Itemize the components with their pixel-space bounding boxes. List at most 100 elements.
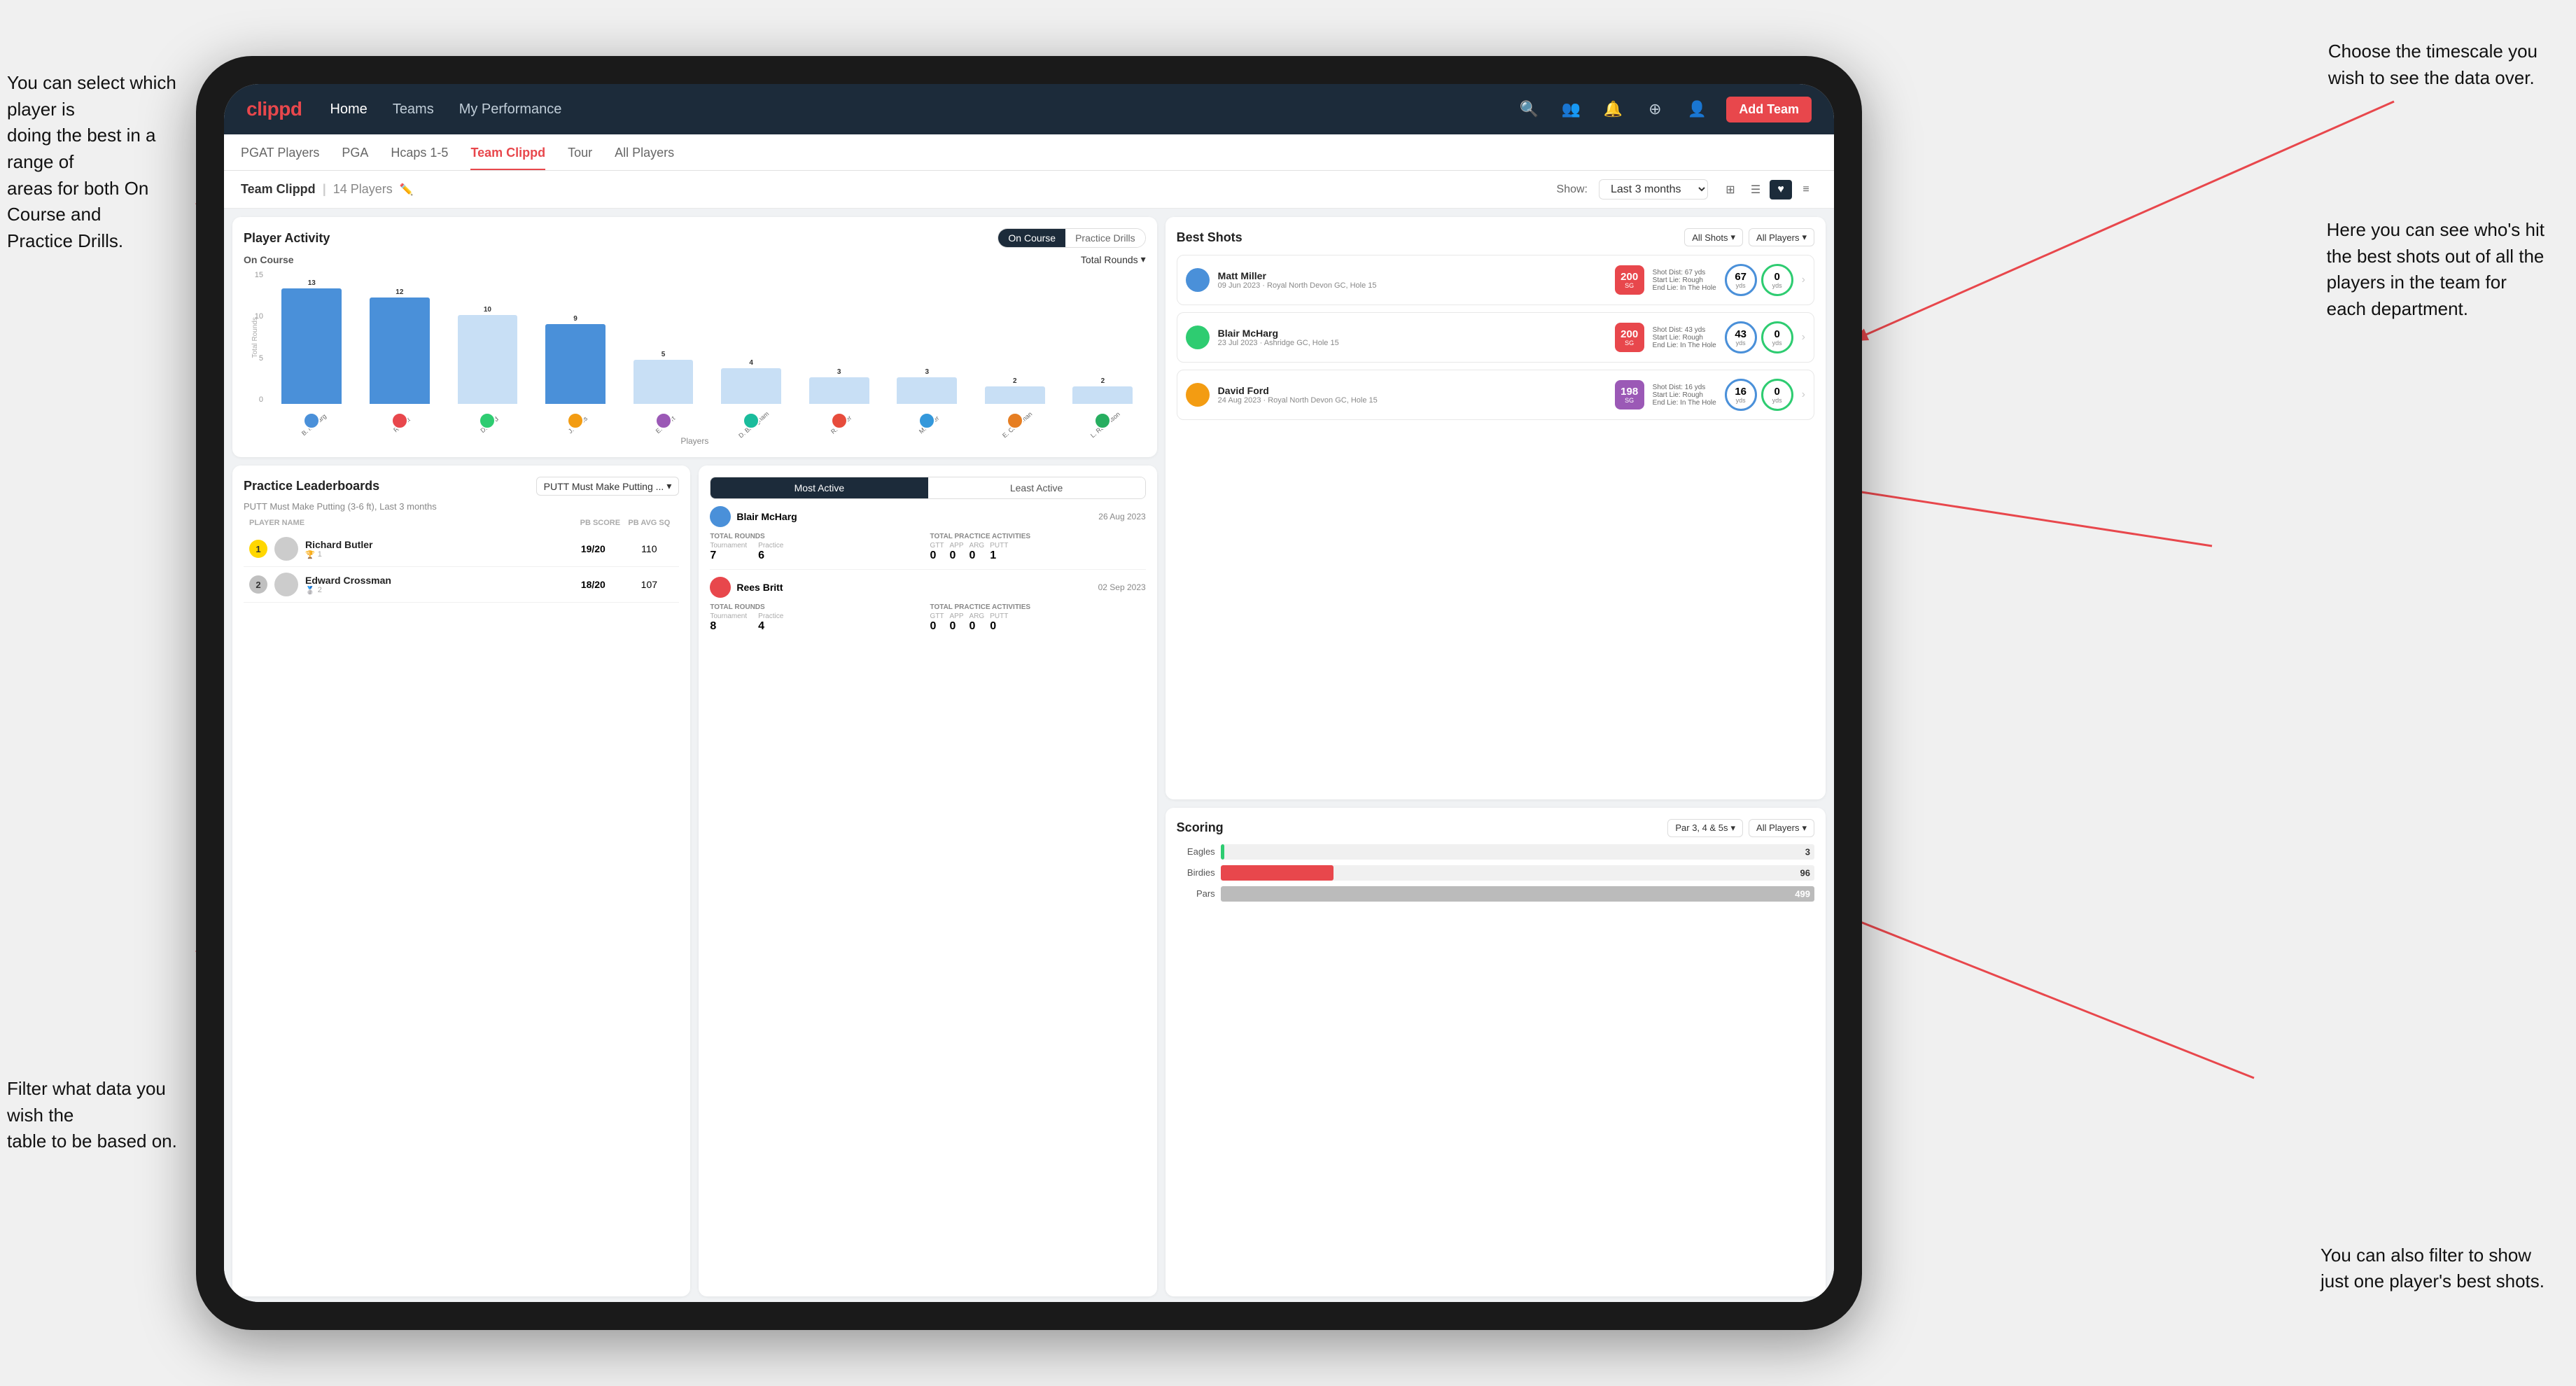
scoring-row-eagles: Eagles 3 bbox=[1177, 844, 1814, 860]
pars-label: Pars bbox=[1177, 888, 1215, 899]
shot-stat-val-1-1: 43 bbox=[1735, 329, 1746, 340]
tab-tour[interactable]: Tour bbox=[568, 146, 592, 170]
activity-player-0: Blair McHarg bbox=[710, 506, 797, 527]
arg-value-0: 0 bbox=[969, 550, 985, 562]
activity-rounds-label-0: Total Rounds bbox=[710, 533, 925, 540]
scoring-chevron-1: ▾ bbox=[1731, 822, 1736, 834]
time-range-select[interactable]: Last 3 months Last 6 months Last 12 mont… bbox=[1599, 179, 1708, 200]
avatar-wrap-0 bbox=[269, 412, 355, 432]
player-avatar-7 bbox=[918, 412, 935, 429]
bar-2 bbox=[458, 315, 518, 404]
bar-col-6: 3 R. Butler bbox=[796, 271, 882, 404]
shot-stat-circle-1-1: 43 yds bbox=[1725, 321, 1757, 354]
app-label-1: APP bbox=[950, 612, 964, 620]
shot-player-name-0: Matt Miller bbox=[1218, 270, 1606, 281]
bar-label-7: 3 bbox=[925, 368, 929, 376]
tab-all-players[interactable]: All Players bbox=[615, 146, 674, 170]
tab-team-clippd[interactable]: Team Clippd bbox=[470, 146, 545, 170]
nav-home[interactable]: Home bbox=[330, 102, 367, 118]
scoring-title: Scoring bbox=[1177, 820, 1224, 835]
list-view-icon[interactable]: ☰ bbox=[1744, 180, 1767, 200]
chart-dropdown[interactable]: Total Rounds ▾ bbox=[1081, 253, 1146, 265]
gtt-value-1: 0 bbox=[930, 620, 944, 633]
shot-item-2[interactable]: David Ford 24 Aug 2023 · Royal North Dev… bbox=[1177, 370, 1814, 420]
practice-stat-1: Practice 4 bbox=[758, 612, 783, 633]
team-controls: Show: Last 3 months Last 6 months Last 1… bbox=[1557, 179, 1817, 200]
shot-stat-val-2-1: 16 bbox=[1735, 386, 1746, 397]
putt-stat-0: PUTT 1 bbox=[990, 542, 1008, 562]
scoring-filters: Par 3, 4 & 5s ▾ All Players ▾ bbox=[1667, 819, 1814, 837]
nav-teams[interactable]: Teams bbox=[393, 102, 434, 118]
team-name-text: Team Clippd bbox=[241, 182, 316, 197]
activity-name-0: Blair McHarg bbox=[736, 511, 797, 522]
most-active-tab[interactable]: Most Active bbox=[710, 477, 927, 498]
putt-value-0: 1 bbox=[990, 550, 1008, 562]
players-chevron: ▾ bbox=[1802, 232, 1807, 243]
best-shots-filters: All Shots ▾ All Players ▾ bbox=[1684, 228, 1814, 246]
on-course-toggle[interactable]: On Course bbox=[998, 229, 1065, 247]
nav-performance[interactable]: My Performance bbox=[459, 102, 562, 118]
grid-view-icon[interactable]: ⊞ bbox=[1719, 180, 1742, 200]
player-avatar-5 bbox=[743, 412, 760, 429]
lb-player-info-1: Edward Crossman 🥈 2 bbox=[305, 575, 561, 595]
scoring-chevron-2: ▾ bbox=[1802, 822, 1807, 834]
eagles-value: 3 bbox=[1805, 846, 1810, 857]
scoring-filter-1[interactable]: Par 3, 4 & 5s ▾ bbox=[1667, 819, 1743, 837]
tab-pgat-players[interactable]: PGAT Players bbox=[241, 146, 319, 170]
table-view-icon[interactable]: ≡ bbox=[1795, 180, 1817, 200]
users-icon[interactable]: 👥 bbox=[1558, 97, 1583, 122]
activity-item-0: Blair McHarg 26 Aug 2023 Total Rounds To bbox=[710, 506, 1145, 570]
shot-stat-circle-2-2: 0 yds bbox=[1761, 379, 1793, 411]
leaderboard-row-0: 1 Richard Butler 🏆 1 19/20 110 bbox=[244, 531, 679, 567]
edit-icon[interactable]: ✏️ bbox=[400, 183, 414, 197]
lb-player-name-1: Edward Crossman bbox=[305, 575, 561, 586]
activity-avatar-1 bbox=[710, 577, 731, 598]
shot-stats-1: 43 yds 0 yds bbox=[1725, 321, 1793, 354]
tab-pga[interactable]: PGA bbox=[342, 146, 368, 170]
practice-dropdown[interactable]: PUTT Must Make Putting ... ▾ bbox=[536, 477, 680, 496]
chart-dropdown-label: Total Rounds bbox=[1081, 254, 1138, 265]
birdies-bar-fill bbox=[1221, 865, 1334, 881]
gtt-stat-1: GTT 0 bbox=[930, 612, 944, 633]
shot-item-0[interactable]: Matt Miller 09 Jun 2023 · Royal North De… bbox=[1177, 255, 1814, 305]
bar-label-3: 9 bbox=[573, 315, 578, 323]
user-avatar-icon[interactable]: 👤 bbox=[1684, 97, 1709, 122]
card-view-icon[interactable]: ♥ bbox=[1770, 180, 1792, 200]
bottom-panels-row: Practice Leaderboards PUTT Must Make Put… bbox=[232, 465, 1157, 1296]
avatar-wrap-9 bbox=[1060, 412, 1146, 432]
add-team-button[interactable]: Add Team bbox=[1726, 97, 1812, 122]
scoring-row-birdies: Birdies 96 bbox=[1177, 865, 1814, 881]
all-shots-filter[interactable]: All Shots ▾ bbox=[1684, 228, 1743, 246]
annotation-4: You can also filter to showjust one play… bbox=[2320, 1242, 2544, 1295]
bar-col-4: 5 E. Ebert bbox=[620, 271, 706, 404]
bar-5 bbox=[721, 368, 781, 404]
scoring-filter-1-label: Par 3, 4 & 5s bbox=[1675, 822, 1728, 833]
search-icon[interactable]: 🔍 bbox=[1516, 97, 1541, 122]
all-players-filter[interactable]: All Players ▾ bbox=[1749, 228, 1814, 246]
scoring-filter-2[interactable]: All Players ▾ bbox=[1749, 819, 1814, 837]
practice-subtitle: PUTT Must Make Putting (3-6 ft), Last 3 … bbox=[244, 501, 679, 512]
practice-label-1: Practice bbox=[758, 612, 783, 620]
shot-item-1[interactable]: Blair McHarg 23 Jul 2023 · Ashridge GC, … bbox=[1177, 312, 1814, 363]
tournament-stat-1: Tournament 8 bbox=[710, 612, 747, 633]
shot-stat-unit-1-2: yds bbox=[1772, 340, 1782, 346]
lb-score-1: 18/20 bbox=[568, 579, 617, 590]
least-active-tab[interactable]: Least Active bbox=[928, 477, 1145, 498]
tournament-label-1: Tournament bbox=[710, 612, 747, 620]
birdies-label: Birdies bbox=[1177, 867, 1215, 878]
arg-label-1: ARG bbox=[969, 612, 985, 620]
shot-stat-circle-0-2: 0 yds bbox=[1761, 264, 1793, 296]
practice-drills-toggle[interactable]: Practice Drills bbox=[1065, 229, 1145, 247]
shot-badge-value-0: 200 bbox=[1620, 272, 1638, 282]
practice-dropdown-chevron: ▾ bbox=[666, 480, 671, 492]
all-players-label: All Players bbox=[1756, 232, 1799, 243]
nav-icons: 🔍 👥 🔔 ⊕ 👤 Add Team bbox=[1516, 97, 1812, 122]
bell-icon[interactable]: 🔔 bbox=[1600, 97, 1625, 122]
shot-stat-unit-2-1: yds bbox=[1736, 397, 1746, 404]
plus-circle-icon[interactable]: ⊕ bbox=[1642, 97, 1667, 122]
tab-hcaps[interactable]: Hcaps 1-5 bbox=[391, 146, 448, 170]
team-header: Team Clippd | 14 Players ✏️ Show: Last 3… bbox=[224, 171, 1834, 209]
avatar-wrap-2 bbox=[444, 412, 531, 432]
activity-stats-1: Total Rounds Tournament 8 Practice bbox=[710, 603, 1145, 633]
activity-rounds-row-0: Tournament 7 Practice 6 bbox=[710, 542, 925, 562]
